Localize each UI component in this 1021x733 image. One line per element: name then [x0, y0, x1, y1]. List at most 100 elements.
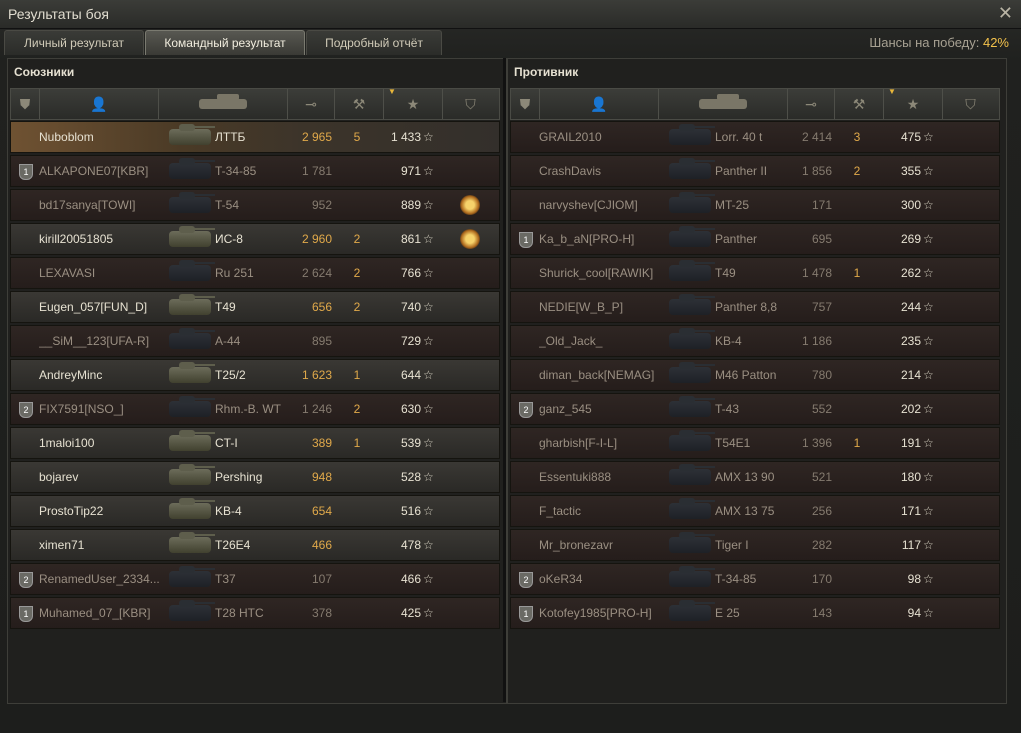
- player-name[interactable]: Ka_b_aN[PRO-H]: [539, 224, 689, 254]
- tank-icon: [169, 294, 215, 315]
- star-icon: ☆: [423, 470, 434, 484]
- tank-icon: [169, 600, 215, 621]
- kills-value: [833, 462, 881, 492]
- player-name[interactable]: Nuboblom: [39, 122, 189, 152]
- damage-col-header[interactable]: ⊸: [288, 89, 335, 119]
- player-row[interactable]: ximen71 T26E4 466 478 ☆: [10, 529, 500, 561]
- player-name[interactable]: Eugen_057[FUN_D]: [39, 292, 189, 322]
- player-name[interactable]: ALKAPONE07[KBR]: [39, 156, 189, 186]
- player-row[interactable]: F_tactic AMX 13 75 256 171 ☆: [510, 495, 1000, 527]
- kills-col-header[interactable]: ⚒: [835, 89, 884, 119]
- player-row[interactable]: 1 Ka_b_aN[PRO-H] Panther 695 269 ☆: [510, 223, 1000, 255]
- player-name[interactable]: bojarev: [39, 462, 189, 492]
- player-name[interactable]: ProstoTip22: [39, 496, 189, 526]
- player-row[interactable]: 1 Kotofey1985[PRO-H] E 25 143 94 ☆: [510, 597, 1000, 629]
- player-row[interactable]: Mr_bronezavr Tiger I 282 117 ☆: [510, 529, 1000, 561]
- damage-value: 1 186: [801, 334, 832, 348]
- player-name[interactable]: 1maloi100: [39, 428, 189, 458]
- player-name[interactable]: Muhamed_07_[KBR]: [39, 598, 189, 628]
- player-row[interactable]: AndreyMinc T25/2 1 623 1 644 ☆: [10, 359, 500, 391]
- player-name[interactable]: oKeR34: [539, 564, 689, 594]
- kills-col-header[interactable]: ⚒: [335, 89, 384, 119]
- tab-detailed[interactable]: Подробный отчёт: [306, 30, 442, 55]
- kills-value: [333, 190, 381, 220]
- player-row[interactable]: narvyshev[CJIOM] MT-25 171 300 ☆: [510, 189, 1000, 221]
- damage-icon: ⊸: [805, 95, 817, 112]
- player-row[interactable]: 1 ALKAPONE07[KBR] T-34-85 1 781 971 ☆: [10, 155, 500, 187]
- player-row[interactable]: kirill20051805 ИС-8 2 960 2 861 ☆: [10, 223, 500, 255]
- player-name[interactable]: _Old_Jack_: [539, 326, 689, 356]
- vehicle-col-header[interactable]: [659, 89, 788, 119]
- damage-col-header[interactable]: ⊸: [788, 89, 835, 119]
- platoon-col-header[interactable]: ⛊: [511, 89, 540, 119]
- player-name[interactable]: gharbish[F-I-L]: [539, 428, 689, 458]
- tank-name: Panther II: [715, 164, 768, 178]
- medal-icon[interactable]: [460, 229, 480, 249]
- player-row[interactable]: Eugen_057[FUN_D] T49 656 2 740 ☆: [10, 291, 500, 323]
- kills-value: [833, 190, 881, 220]
- player-name[interactable]: NEDIE[W_B_P]: [539, 292, 689, 322]
- close-icon[interactable]: ✕: [998, 3, 1013, 24]
- tab-team[interactable]: Командный результат: [145, 30, 305, 55]
- player-row[interactable]: bojarev Pershing 948 528 ☆: [10, 461, 500, 493]
- xp-col-header[interactable]: ▼ ★: [884, 87, 943, 119]
- player-name[interactable]: CrashDavis: [539, 156, 689, 186]
- damage-value: 170: [811, 572, 832, 586]
- player-col-header[interactable]: 👤: [540, 89, 659, 119]
- player-row[interactable]: NEDIE[W_B_P] Panther 8,8 757 244 ☆: [510, 291, 1000, 323]
- player-name[interactable]: bd17sanya[TOWI]: [39, 190, 189, 220]
- vehicle-col-header[interactable]: [159, 89, 288, 119]
- win-chance: Шансы на победу: 42%: [869, 35, 1009, 50]
- player-name[interactable]: narvyshev[CJIOM]: [539, 190, 689, 220]
- player-row[interactable]: diman_back[NEMAG] M46 Patton 780 214 ☆: [510, 359, 1000, 391]
- tank-icon: [669, 396, 715, 417]
- sort-down-icon: ▼: [388, 87, 396, 96]
- star-icon: ☆: [923, 470, 934, 484]
- player-row[interactable]: gharbish[F-I-L] T54E1 1 396 1 191 ☆: [510, 427, 1000, 459]
- star-icon: ☆: [923, 504, 934, 518]
- player-name[interactable]: __SiM__123[UFA-R]: [39, 326, 189, 356]
- player-row[interactable]: 2 RenamedUser_2334... T37 107 466 ☆: [10, 563, 500, 595]
- player-row[interactable]: 2 FIX7591[NSO_] Rhm.-B. WT 1 246 2 630 ☆: [10, 393, 500, 425]
- player-name[interactable]: LEXAVASI: [39, 258, 189, 288]
- player-name[interactable]: RenamedUser_2334...: [39, 564, 189, 594]
- medal-icon[interactable]: [460, 195, 480, 215]
- platoon-col-header[interactable]: ⛊: [11, 89, 40, 119]
- player-row[interactable]: LEXAVASI Ru 251 2 624 2 766 ☆: [10, 257, 500, 289]
- player-name[interactable]: ganz_545: [539, 394, 689, 424]
- player-row[interactable]: 2 oKeR34 T-34-85 170 98 ☆: [510, 563, 1000, 595]
- damage-value: 757: [811, 300, 832, 314]
- player-row[interactable]: CrashDavis Panther II 1 856 2 355 ☆: [510, 155, 1000, 187]
- player-name[interactable]: F_tactic: [539, 496, 689, 526]
- player-row[interactable]: Nuboblom ЛТТБ 2 965 5 1 433 ☆: [10, 121, 500, 153]
- player-row[interactable]: Shurick_cool[RAWIK] T49 1 478 1 262 ☆: [510, 257, 1000, 289]
- player-name[interactable]: ximen71: [39, 530, 189, 560]
- player-name[interactable]: FIX7591[NSO_]: [39, 394, 189, 424]
- player-row[interactable]: __SiM__123[UFA-R] A-44 895 729 ☆: [10, 325, 500, 357]
- player-row[interactable]: 2 ganz_545 T-43 552 202 ☆: [510, 393, 1000, 425]
- player-row[interactable]: Essentuki888 AMX 13 90 521 180 ☆: [510, 461, 1000, 493]
- sort-down-icon: ▼: [888, 87, 896, 96]
- player-name[interactable]: Shurick_cool[RAWIK]: [539, 258, 689, 288]
- player-row[interactable]: bd17sanya[TOWI] T-54 952 889 ☆: [10, 189, 500, 221]
- tank-name: Rhm.-B. WT: [215, 402, 281, 416]
- player-row[interactable]: 1maloi100 CT-I 389 1 539 ☆: [10, 427, 500, 459]
- medal-col-header[interactable]: ⛉: [943, 89, 998, 119]
- player-name[interactable]: kirill20051805: [39, 224, 189, 254]
- player-row[interactable]: ProstoTip22 KB-4 654 516 ☆: [10, 495, 500, 527]
- kills-value: [833, 530, 881, 560]
- xp-col-header[interactable]: ▼ ★: [384, 87, 443, 119]
- player-name[interactable]: diman_back[NEMAG]: [539, 360, 689, 390]
- medal-col-header[interactable]: ⛉: [443, 89, 498, 119]
- tab-personal[interactable]: Личный результат: [4, 30, 144, 55]
- player-name[interactable]: Mr_bronezavr: [539, 530, 689, 560]
- player-row[interactable]: GRAIL2010 Lorr. 40 t2 414 3 475 ☆: [510, 121, 1000, 153]
- player-row[interactable]: _Old_Jack_ KB-4 1 186 235 ☆: [510, 325, 1000, 357]
- player-name[interactable]: AndreyMinc: [39, 360, 189, 390]
- player-col-header[interactable]: 👤: [40, 89, 159, 119]
- player-name[interactable]: Kotofey1985[PRO-H]: [539, 598, 689, 628]
- player-name[interactable]: Essentuki888: [539, 462, 689, 492]
- damage-value: 107: [311, 572, 332, 586]
- player-row[interactable]: 1 Muhamed_07_[KBR] T28 HTC 378 425 ☆: [10, 597, 500, 629]
- player-name[interactable]: GRAIL2010: [539, 122, 689, 152]
